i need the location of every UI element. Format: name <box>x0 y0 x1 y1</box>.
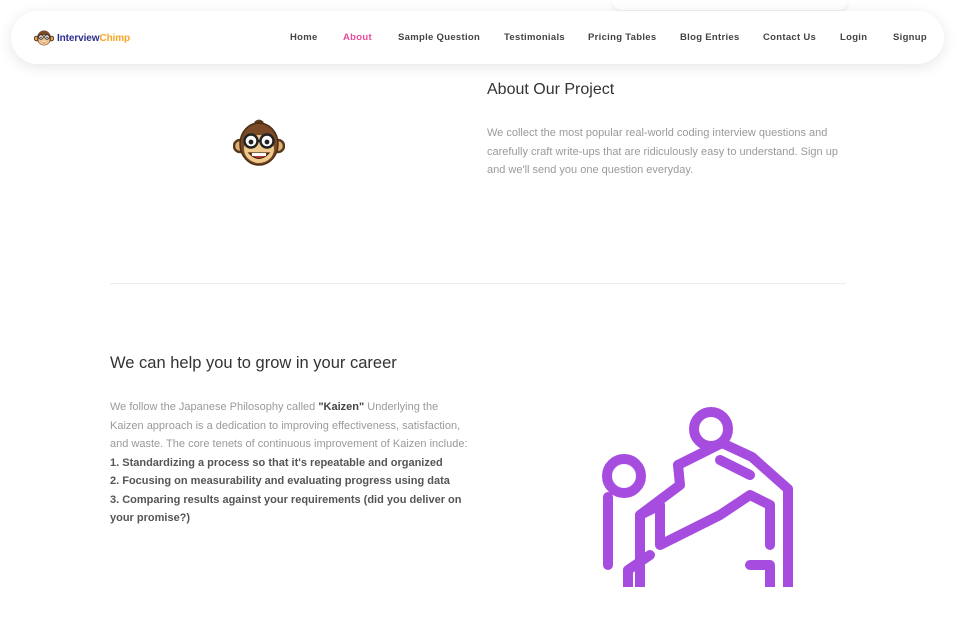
career-title: We can help you to grow in your career <box>110 354 397 372</box>
career-intro-before: We follow the Japanese Philosophy called <box>110 401 319 413</box>
nav-pricing-tables[interactable]: Pricing Tables <box>588 32 656 43</box>
nav-about[interactable]: About <box>343 32 372 43</box>
about-text: We collect the most popular real-world c… <box>487 127 838 176</box>
kaizen-term: "Kaizen" <box>318 401 365 413</box>
nav-blog-entries[interactable]: Blog Entries <box>680 32 740 43</box>
chimp-mascot-icon <box>232 119 286 174</box>
career-text: We follow the Japanese Philosophy called… <box>110 398 470 528</box>
brand-name-part1: Interview <box>57 32 100 44</box>
nav-home[interactable]: Home <box>290 32 318 43</box>
tenet-3: 3. Comparing results against your requir… <box>110 493 462 525</box>
nav-sample-question[interactable]: Sample Question <box>398 32 480 43</box>
tenet-2: 2. Focusing on measurability and evaluat… <box>110 475 450 487</box>
nav-signup[interactable]: Signup <box>893 32 927 43</box>
navbar: InterviewChimp Home About Sample Questio… <box>11 11 944 64</box>
nav-login[interactable]: Login <box>840 32 867 43</box>
top-sliver <box>612 0 848 10</box>
brand-name-part2: Chimp <box>99 32 131 44</box>
helping-hand-climb-icon <box>600 405 800 592</box>
career-intro: We follow the Japanese Philosophy called… <box>110 398 470 454</box>
about-title: About Our Project <box>487 81 615 98</box>
section-divider <box>110 283 846 284</box>
chimp-logo-icon <box>34 30 54 46</box>
tenet-1: 1. Standardizing a process so that it's … <box>110 456 443 469</box>
nav-testimonials[interactable]: Testimonials <box>504 32 565 43</box>
brand-name: InterviewChimp <box>57 33 130 44</box>
brand-logo[interactable]: InterviewChimp <box>34 29 130 47</box>
nav-contact-us[interactable]: Contact Us <box>763 32 816 43</box>
